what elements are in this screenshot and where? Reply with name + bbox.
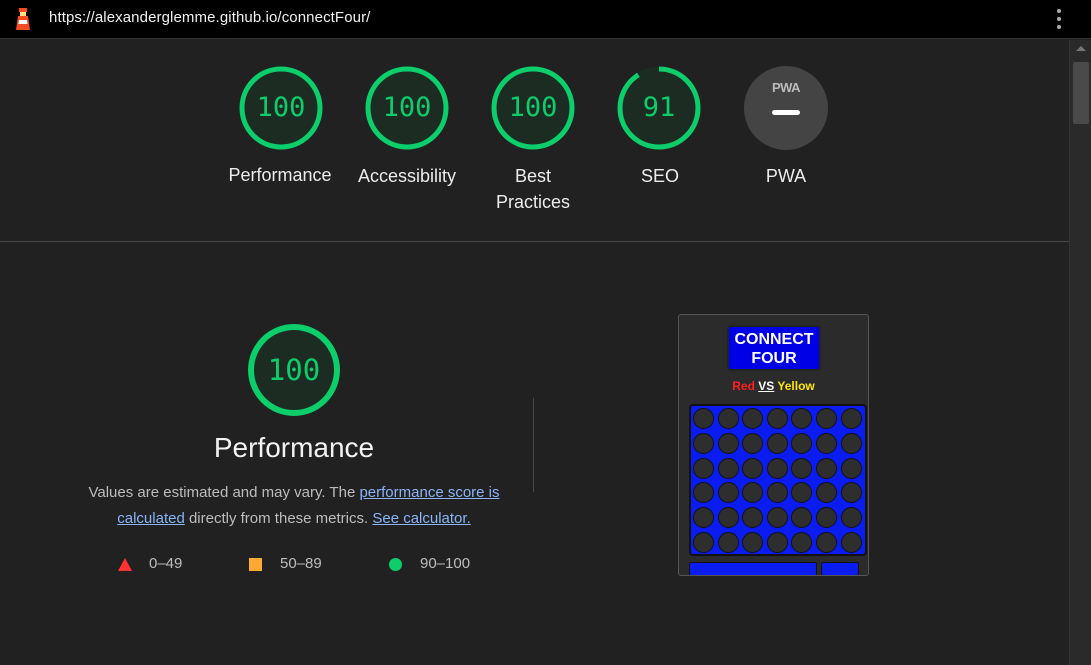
board-cell [766,482,788,504]
pwa-badge-text: PWA [771,80,801,95]
board-cell [816,432,837,454]
vs-label: VS [758,379,775,393]
green-circle-icon [389,558,402,571]
board-cell [840,408,862,429]
performance-score-large: 100 [267,353,321,387]
legend-average-range: 50–89 [280,555,322,572]
gauge-label-line2: Practices [495,192,571,212]
gauge-seo[interactable]: 91 [614,63,704,153]
board-cell [717,432,739,454]
board-cell [791,432,813,454]
game-button-right [821,562,859,575]
board-cell [742,408,764,429]
address-bar: https://alexanderglemme.github.io/connec… [0,0,1091,39]
gauge-label-pwa[interactable]: PWA [716,163,856,189]
board-cell [816,482,837,504]
gauge-label-line1: Best [514,166,552,186]
orange-square-icon [249,558,262,571]
board-cell [791,482,813,504]
board-cell [742,482,764,504]
board-cell [693,457,714,479]
board-cell [840,432,862,454]
red-triangle-icon [118,558,132,571]
legend-pass: 90–100 [389,555,489,575]
board-cell [791,408,813,429]
gauge-label-best-practices[interactable]: Best Practices [463,163,603,215]
red-vs-yellow: Red VS Yellow [679,379,868,393]
board-cell [840,457,862,479]
board-cell [742,432,764,454]
yellow-player-label: Yellow [777,379,815,393]
board-cell [717,482,739,504]
scroll-thumb[interactable] [1073,62,1089,124]
board-cell [766,457,788,479]
board-cell [791,532,813,553]
board-cell [742,457,764,479]
gauge-score-seo: 91 [642,92,676,123]
board-cell [840,532,862,553]
performance-gauge-large: 100 [246,322,342,418]
legend-fail: 0–49 [118,555,198,575]
pwa-dash-icon [772,110,800,115]
board-cell [693,432,714,454]
board-cell [791,507,813,529]
gauge-score-best-practices: 100 [508,92,558,123]
connect-four-title: CONNECT FOUR [727,325,821,371]
board-cell [766,507,788,529]
more-menu-icon[interactable] [1054,9,1064,31]
board-cell [693,408,714,429]
pwa-badge[interactable]: PWA [744,66,828,150]
connect-four-title-line1: CONNECT [734,331,814,348]
board-cell [717,507,739,529]
gauge-label-performance[interactable]: Performance [210,162,350,188]
board-cell [693,507,714,529]
final-screenshot-thumbnail[interactable]: CONNECT FOUR Red VS Yellow [678,314,869,576]
desc-middle: directly from these metrics. [184,510,373,527]
red-player-label: Red [732,379,755,393]
board-cell [742,532,764,553]
board-cell [742,507,764,529]
board-cell [766,408,788,429]
game-board [689,404,867,556]
legend-fail-range: 0–49 [149,555,183,572]
gauge-score-performance: 100 [256,92,306,123]
game-button-left [689,562,817,575]
gauge-score-accessibility: 100 [382,92,432,123]
board-cell [693,532,714,553]
performance-description: Values are estimated and may vary. The p… [78,480,510,532]
legend-average: 50–89 [249,555,339,575]
section-divider [0,241,1069,242]
board-cell [840,482,862,504]
board-cell [816,507,837,529]
gauge-performance[interactable]: 100 [236,63,326,153]
legend-pass-range: 90–100 [420,555,471,572]
board-cell [816,457,837,479]
gauge-label-seo[interactable]: SEO [590,163,730,189]
board-cell [840,507,862,529]
performance-title: Performance [213,432,375,463]
board-cell [766,432,788,454]
gauge-best-practices[interactable]: 100 [488,63,578,153]
board-cell [766,532,788,553]
scroll-up-arrow-icon[interactable] [1076,46,1086,51]
vertical-separator [533,398,534,492]
vertical-scrollbar[interactable] [1069,40,1091,665]
see-calculator-link[interactable]: See calculator. [372,510,470,527]
board-cell [717,457,739,479]
board-cell [693,482,714,504]
desc-prefix: Values are estimated and may vary. The [88,484,360,501]
board-cell [816,408,837,429]
lighthouse-icon [16,8,30,30]
board-cell [816,532,837,553]
connect-four-title-line2: FOUR [751,350,797,367]
board-cell [717,408,739,429]
board-cell [717,532,739,553]
board-cell [791,457,813,479]
url-text[interactable]: https://alexanderglemme.github.io/connec… [49,9,370,26]
gauge-accessibility[interactable]: 100 [362,63,452,153]
gauge-label-accessibility[interactable]: Accessibility [337,163,477,189]
